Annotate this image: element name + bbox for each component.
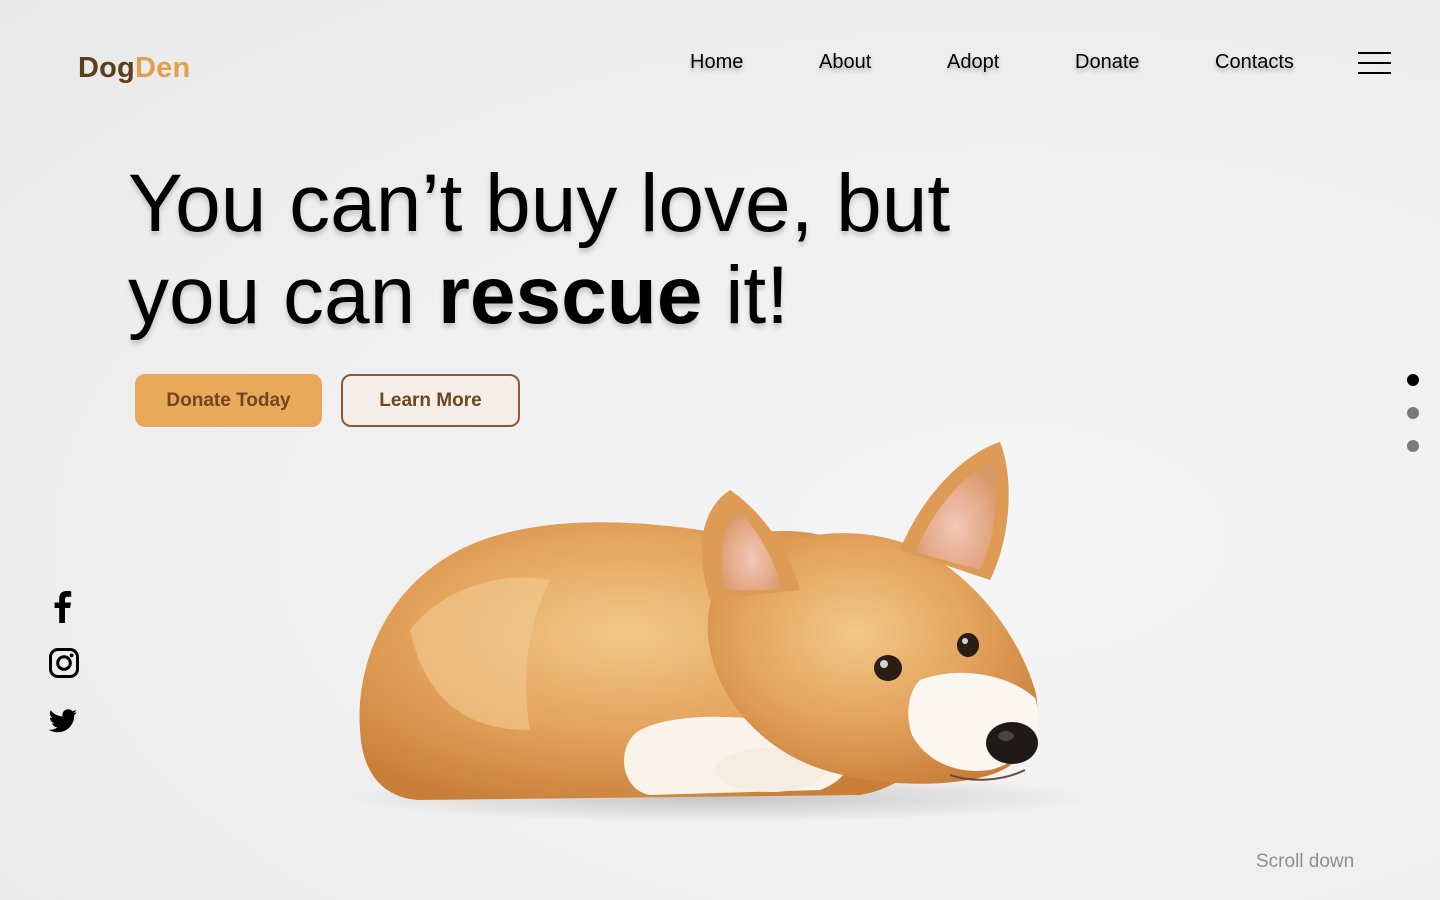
headline-line-2-post: it!: [702, 250, 789, 341]
hamburger-menu-icon[interactable]: [1358, 52, 1391, 76]
headline-line-1: You can’t buy love, but: [128, 158, 951, 249]
nav-adopt[interactable]: Adopt: [947, 51, 999, 74]
pager-dot-3[interactable]: [1407, 440, 1419, 452]
nav-about[interactable]: About: [819, 51, 871, 74]
nav-donate[interactable]: Donate: [1075, 51, 1140, 74]
nav-home[interactable]: Home: [690, 51, 743, 74]
instagram-icon[interactable]: [48, 647, 80, 684]
slide-pager: [1406, 373, 1420, 455]
corgi-dog-lying-image: [340, 442, 1100, 822]
main-nav: Home About Adopt Donate Contacts: [0, 51, 1440, 81]
nav-contacts[interactable]: Contacts: [1215, 51, 1294, 74]
pager-dot-2[interactable]: [1407, 407, 1419, 419]
donate-today-button[interactable]: Donate Today: [135, 374, 322, 427]
pager-dot-1[interactable]: [1407, 374, 1419, 386]
headline-line-2-pre: you can: [128, 250, 438, 341]
hero-headline: You can’t buy love, but you can rescue i…: [128, 158, 950, 342]
twitter-icon[interactable]: [48, 709, 78, 740]
learn-more-button[interactable]: Learn More: [341, 374, 520, 427]
headline-emphasis: rescue: [437, 250, 703, 341]
scroll-down-hint[interactable]: Scroll down: [1256, 851, 1354, 873]
facebook-icon[interactable]: [48, 589, 78, 628]
